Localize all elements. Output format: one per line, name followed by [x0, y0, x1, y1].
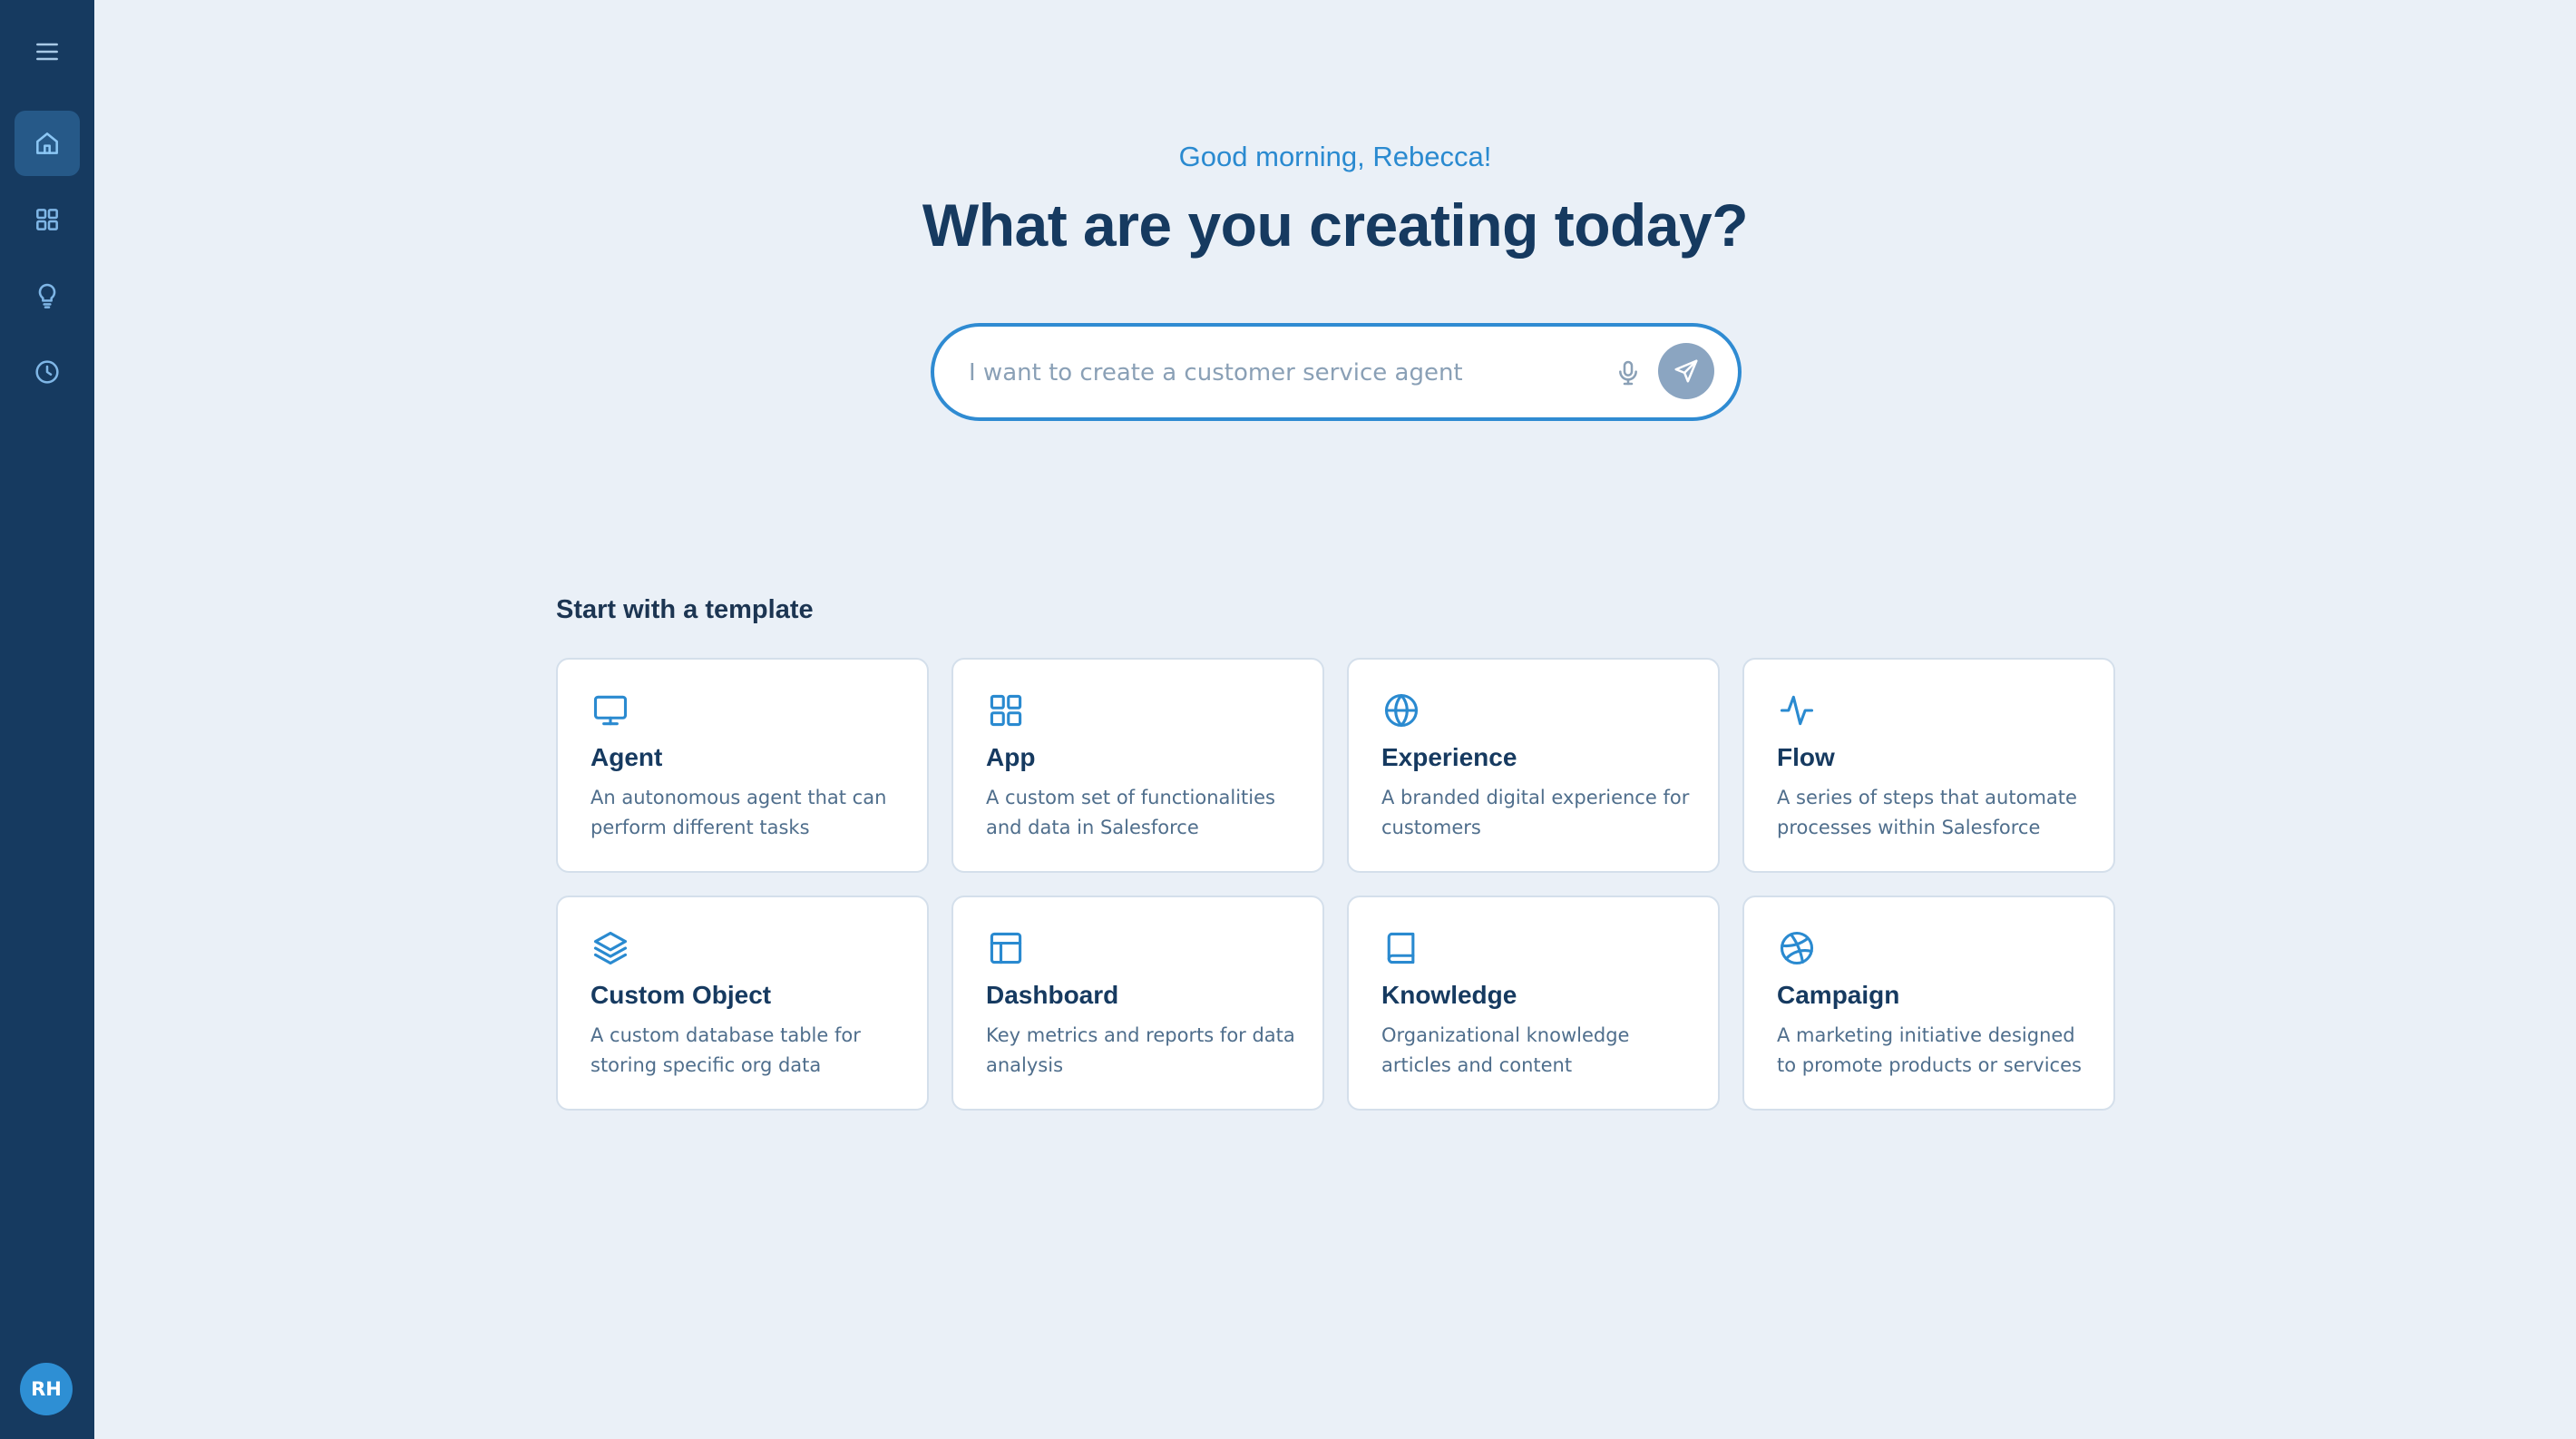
template-card-knowledge[interactable]: Knowledge Organizational knowledge artic…: [1347, 896, 1720, 1111]
template-card-campaign[interactable]: Campaign A marketing initiative designed…: [1742, 896, 2115, 1111]
monitor-icon: [590, 690, 630, 730]
sidebar-item-ideas[interactable]: [15, 263, 80, 328]
template-card-agent[interactable]: Agent An autonomous agent that can perfo…: [556, 658, 929, 873]
send-icon: [1674, 359, 1698, 383]
template-card-description: Key metrics and reports for data analysi…: [986, 1024, 1295, 1076]
grid-icon: [986, 690, 1026, 730]
template-card-custom-object[interactable]: Custom Object A custom database table fo…: [556, 896, 929, 1111]
template-card-description: Organizational knowledge articles and co…: [1381, 1024, 1630, 1076]
template-card-app[interactable]: App A custom set of functionalities and …: [951, 658, 1324, 873]
activity-icon: [1777, 690, 1817, 730]
template-card-description: A custom set of functionalities and data…: [986, 787, 1275, 838]
template-card-description: A custom database table for storing spec…: [590, 1024, 861, 1076]
template-card-description: A series of steps that automate processe…: [1777, 787, 2077, 838]
template-card-description: An autonomous agent that can perform dif…: [590, 787, 887, 838]
microphone-button[interactable]: [1609, 354, 1647, 392]
sidebar-item-home[interactable]: [15, 111, 80, 176]
template-card-flow[interactable]: Flow A series of steps that automate pro…: [1742, 658, 2115, 873]
template-card-description: A branded digital experience for custome…: [1381, 787, 1690, 838]
greeting-text: Good morning, Rebecca!: [1178, 141, 1492, 172]
globe-icon: [1381, 690, 1421, 730]
avatar[interactable]: RH: [20, 1363, 73, 1415]
page-title: What are you creating today?: [922, 191, 1749, 259]
book-icon: [1381, 928, 1421, 968]
dribbble-icon: [1777, 928, 1817, 968]
home-icon: [36, 132, 58, 154]
template-card-title: Campaign: [1777, 981, 1900, 1009]
prompt-input[interactable]: [969, 354, 1604, 392]
templates-heading: Start with a template: [556, 595, 814, 624]
sidebar-item-apps[interactable]: [15, 187, 80, 252]
microphone-icon: [1619, 360, 1637, 386]
template-card-title: Agent: [590, 743, 663, 771]
sidebar: RH: [0, 0, 94, 1439]
layers-icon: [590, 928, 630, 968]
clock-icon: [35, 360, 59, 384]
template-card-experience[interactable]: Experience A branded digital experience …: [1347, 658, 1720, 873]
template-card-title: Knowledge: [1381, 981, 1517, 1009]
template-card-title: Flow: [1777, 743, 1835, 771]
template-card-title: Custom Object: [590, 981, 772, 1009]
template-card-description: A marketing initiative designed to promo…: [1777, 1024, 2082, 1076]
template-card-title: App: [986, 743, 1036, 771]
sidebar-item-history[interactable]: [15, 339, 80, 405]
app-root: RH Good morning, Rebecca! What are you c…: [0, 0, 2576, 1439]
menu-button[interactable]: [15, 19, 80, 84]
template-card-title: Dashboard: [986, 981, 1119, 1009]
grid-icon: [36, 209, 58, 230]
template-card-title: Experience: [1381, 743, 1517, 771]
template-grid: Agent An autonomous agent that can perfo…: [556, 658, 2115, 1111]
send-button[interactable]: [1658, 343, 1714, 399]
layout-icon: [986, 928, 1026, 968]
lightbulb-icon: [38, 283, 56, 308]
prompt-box: [931, 323, 1742, 421]
hamburger-menu-icon: [36, 43, 58, 61]
template-card-dashboard[interactable]: Dashboard Key metrics and reports for da…: [951, 896, 1324, 1111]
